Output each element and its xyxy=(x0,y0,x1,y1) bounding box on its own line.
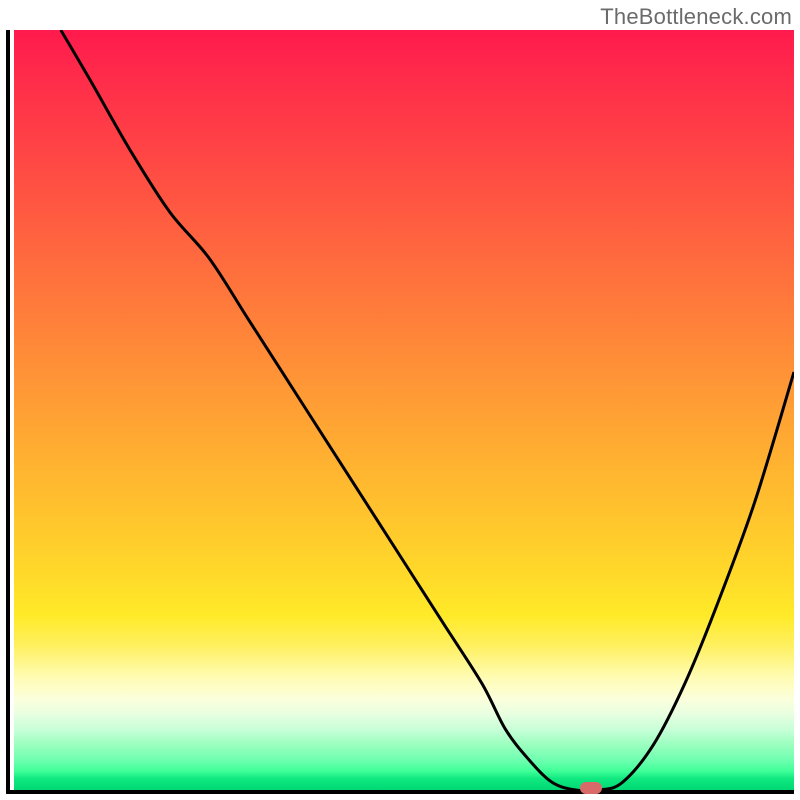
bottleneck-curve xyxy=(14,30,794,790)
chart-frame xyxy=(6,30,794,794)
curve-path xyxy=(61,30,794,790)
watermark-text: TheBottleneck.com xyxy=(600,4,792,30)
plot-axes xyxy=(6,30,794,794)
optimal-marker xyxy=(580,782,602,794)
